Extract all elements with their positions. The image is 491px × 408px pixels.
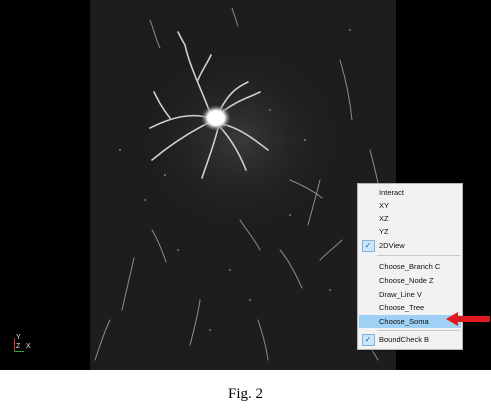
axis-z-label: Z [16,343,21,350]
x-axis-line [14,351,24,352]
menu-item-label: Interact [379,188,405,197]
menu-item-xz[interactable]: XZ [359,212,461,225]
menu-item-interact[interactable]: Interact [359,186,461,199]
checkmark-icon: ✓ [361,239,375,252]
menu-item-label: Choose_Soma [379,317,429,326]
menu-item-label: Choose_Tree [379,303,425,312]
menu-item-choose-branch[interactable]: Choose_Branch C [359,260,461,273]
red-arrow-icon [446,312,490,326]
menu-item-draw-line[interactable]: Draw_Line V [359,288,461,301]
menu-item-label: XY [379,201,390,210]
menu-item-yz[interactable]: YZ [359,225,461,238]
axis-x-label: X [26,343,31,350]
figure-caption: Fig. 2 [227,386,263,402]
checkmark-icon: ✓ [361,333,375,346]
menu-item-label: Draw_Line V [379,290,422,299]
menu-item-choose-node[interactable]: Choose_Node Z [359,274,461,287]
menu-item-label: 2DView [379,241,405,250]
menu-separator [377,255,460,256]
y-axis-line [14,338,15,352]
menu-item-label: XZ [379,214,389,223]
neuron-image[interactable] [90,0,396,370]
menu-item-label: Choose_Node Z [379,276,434,285]
neuron-image-render [90,0,396,370]
menu-item-boundcheck[interactable]: ✓ BoundCheck B [359,333,461,346]
menu-item-label: Choose_Branch C [379,262,441,271]
menu-separator [377,330,460,331]
menu-item-label: BoundCheck B [379,335,430,344]
axis-indicator: Y Z X [14,334,44,358]
menu-item-xy[interactable]: XY [359,199,461,212]
menu-item-label: YZ [379,227,389,236]
menu-item-2dview[interactable]: ✓ 2DView [359,239,461,252]
axis-y-label: Y [16,334,21,341]
